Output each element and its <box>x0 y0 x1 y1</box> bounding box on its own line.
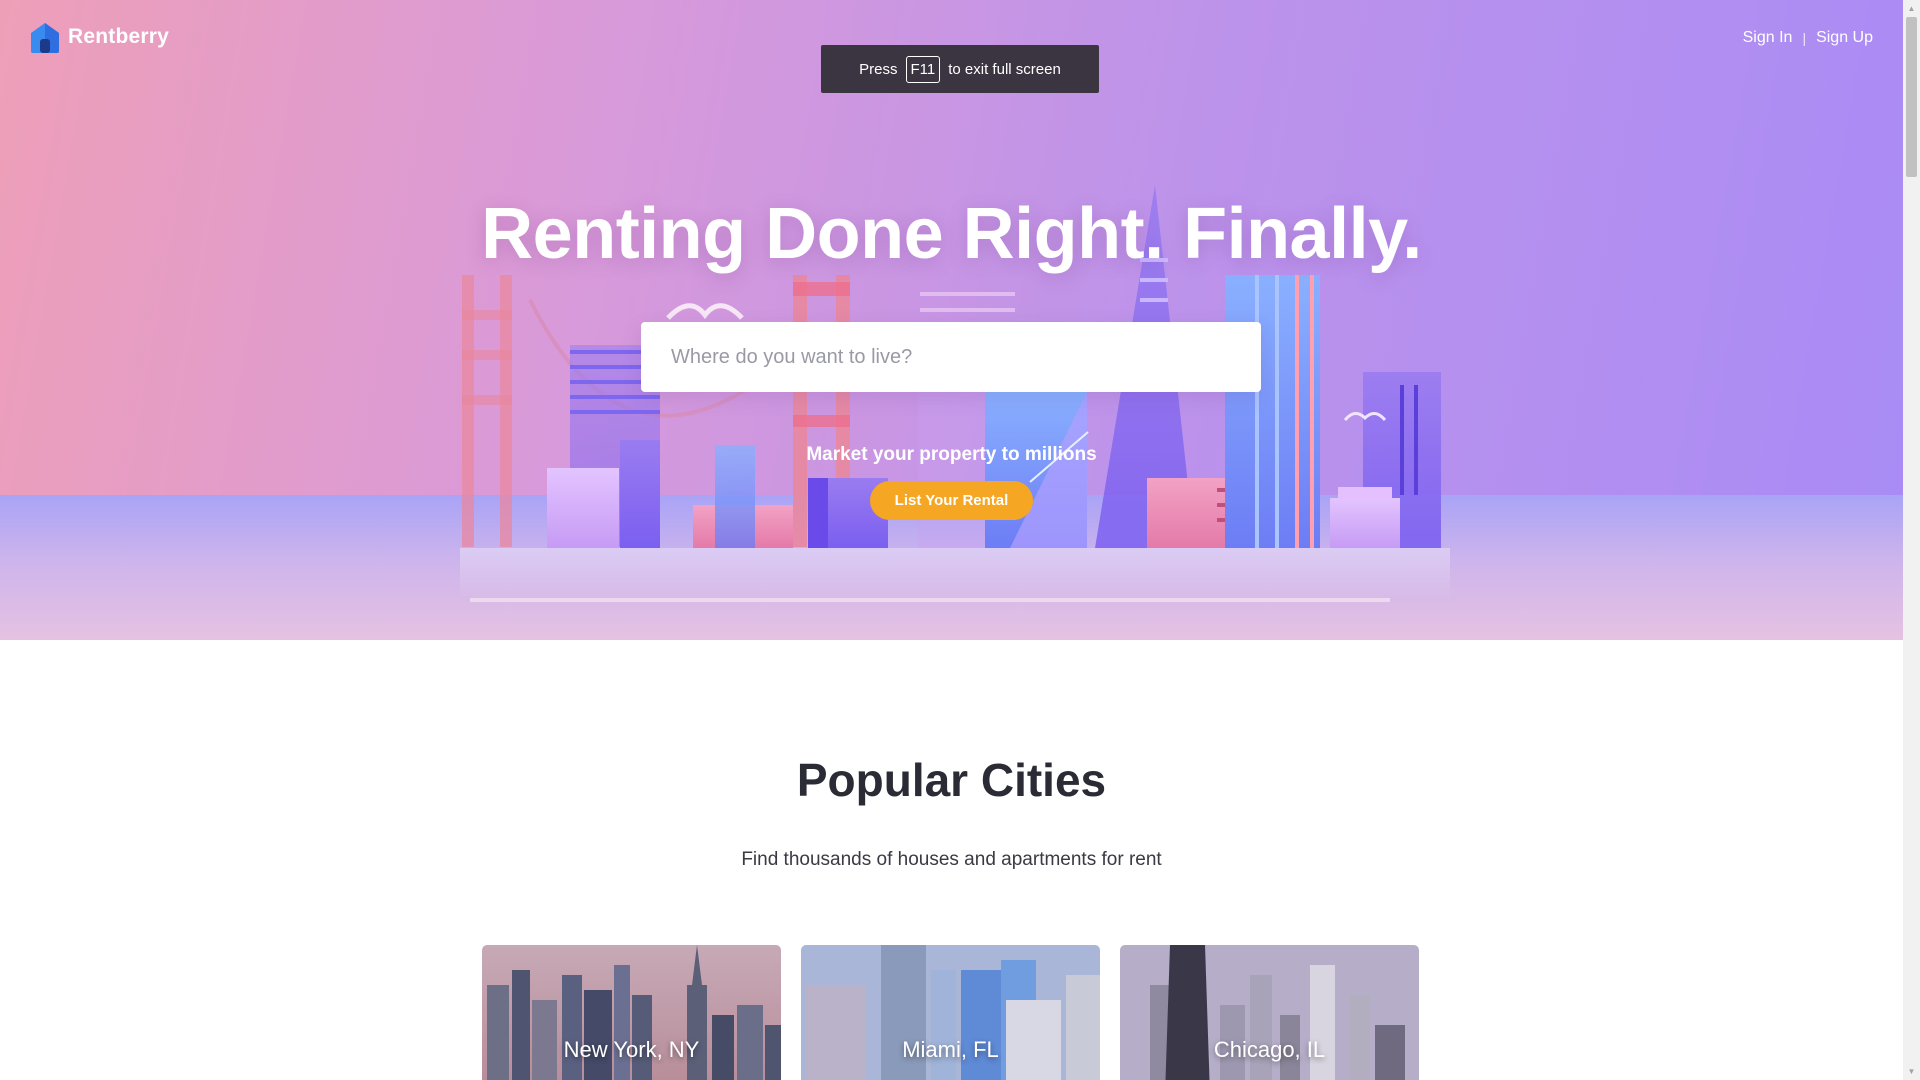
scroll-down-arrow-icon[interactable]: ▼ <box>1903 1063 1920 1080</box>
fullscreen-key: F11 <box>905 55 941 83</box>
fullscreen-notice: Press F11 to exit full screen <box>821 45 1099 93</box>
scroll-thumb[interactable] <box>1906 17 1917 177</box>
city-name: Miami, FL <box>902 1037 999 1062</box>
city-cards: New York, NY Miami, FL Chicago, IL <box>482 945 1419 1080</box>
page: Rentberry Sign In | Sign Up Press F11 to… <box>0 0 1903 1080</box>
scroll-up-arrow-icon[interactable]: ▲ <box>1903 0 1920 17</box>
brand-name: Rentberry <box>68 25 169 48</box>
city-name: New York, NY <box>563 1037 700 1062</box>
skyline-illustration <box>460 185 1450 602</box>
house-logo-icon <box>31 23 59 53</box>
sign-in-link[interactable]: Sign In <box>1743 29 1793 47</box>
brand-logo[interactable]: Rentberry <box>29 21 169 53</box>
list-your-rental-button[interactable]: List Your Rental <box>870 481 1033 520</box>
auth-separator: | <box>1802 30 1807 46</box>
popular-cities-subtitle: Find thousands of houses and apartments … <box>741 849 1162 870</box>
sign-up-link[interactable]: Sign Up <box>1816 29 1873 47</box>
location-search-input[interactable] <box>641 322 1261 392</box>
fullscreen-notice-suffix: to exit full screen <box>948 60 1061 78</box>
hero-section: Rentberry Sign In | Sign Up Press F11 to… <box>0 0 1903 640</box>
popular-cities-title: Popular Cities <box>796 754 1107 806</box>
auth-links: Sign In | Sign Up <box>1743 29 1873 47</box>
hero-title: Renting Done Right. Finally. <box>481 194 1422 274</box>
city-card-new-york[interactable]: New York, NY <box>482 945 781 1080</box>
city-name: Chicago, IL <box>1213 1037 1326 1062</box>
city-card-miami[interactable]: Miami, FL <box>801 945 1100 1080</box>
city-card-chicago[interactable]: Chicago, IL <box>1120 945 1419 1080</box>
market-property-text: Market your property to millions <box>806 444 1097 465</box>
fullscreen-notice-prefix: Press <box>859 60 898 78</box>
page-scrollbar[interactable]: ▲ ▼ <box>1903 0 1920 1080</box>
